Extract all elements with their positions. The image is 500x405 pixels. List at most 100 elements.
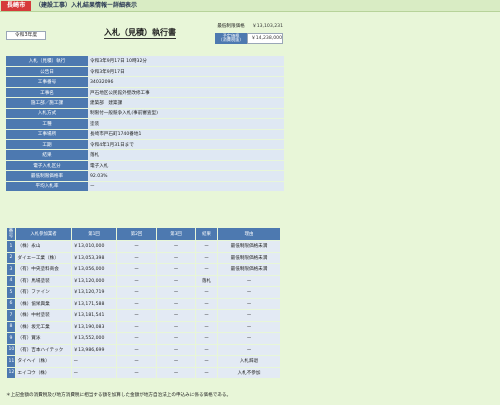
bid-round1: ￥13,120,719 (71, 286, 117, 299)
bid-round2: ー (116, 286, 157, 299)
info-row: 入札方式 制限付一般競争入札(事前審査型) (6, 108, 284, 120)
bid-round1: ￥13,010,000 (71, 240, 117, 253)
bid-round1: ￥13,053,398 (71, 251, 117, 264)
bid-result: ー (195, 286, 218, 299)
info-value: 令和3年9月17日 10時32分 (88, 56, 284, 67)
info-value: 34032096 (88, 76, 284, 88)
bid-round3: ー (156, 240, 196, 253)
bidder-name: （株）永山 (15, 240, 72, 253)
bid-round2: ー (116, 332, 157, 345)
bid-round1: ￥13,190,083 (71, 320, 117, 333)
info-row: 工事番号 34032096 (6, 76, 284, 88)
bid-no: 4 (6, 274, 16, 287)
top-bar: 長崎市 （建設工事）入札結果情報ー詳細表示 (0, 0, 500, 12)
bid-reason: ー (217, 309, 281, 322)
min-limit-row: 最低制限価格 ￥13,103,231 (215, 22, 283, 32)
document-title: 入札（見積）執行書 (104, 28, 176, 39)
info-value: 制限付一般競争入札(事前審査型) (88, 108, 284, 120)
bid-results-table: 番号 入札参加業者 第1回 第2回 第3回 結果 理由 1 （株）永山 ￥13,01… (6, 227, 281, 379)
bidder-name: エイコウ（株） (15, 366, 72, 379)
info-label: 平均入札率 (6, 181, 88, 193)
col-header-round1: 第1回 (71, 227, 117, 241)
bid-reason: 最低制限価格未満 (217, 263, 281, 276)
bid-round3: ー (156, 366, 196, 379)
bid-row: 8 （株）坂元工業 ￥13,190,083 ーーーー (6, 320, 281, 333)
bid-result: ー (195, 366, 218, 379)
bid-result: ー (195, 297, 218, 310)
bid-row: 10 （有）吉本ハイテック ￥13,986,699 ーーーー (6, 343, 281, 356)
min-limit-value: ￥13,103,231 (252, 24, 283, 29)
bid-round1: ー (71, 366, 117, 379)
estimated-price-row: 予定価格 （消費税抜） ￥14,238,000 (215, 33, 283, 44)
bid-round1: ￥13,056,000 (71, 263, 117, 276)
col-header-result: 結果 (195, 227, 218, 241)
info-label: 工事番号 (6, 76, 88, 88)
bid-round2: ー (116, 274, 157, 287)
bid-reason: 入札辞退 (217, 355, 281, 368)
bid-result: ー (195, 343, 218, 356)
info-value: 電子入札 (88, 160, 284, 172)
bid-no: 7 (6, 309, 16, 322)
bid-round3: ー (156, 274, 196, 287)
bidder-name: ダイエー工業（株） (15, 251, 72, 264)
info-row: 入札（見積）執行 令和3年9月17日 10時32分 (6, 56, 284, 67)
bid-row: 6 （株）協栄興業 ￥13,171,588 ーーーー (6, 297, 281, 310)
bid-header-row: 番号 入札参加業者 第1回 第2回 第3回 結果 理由 (6, 227, 281, 241)
bid-row: 5 （有）ファイン ￥13,120,719 ーーーー (6, 286, 281, 299)
project-info-table: 入札（見積）執行 令和3年9月17日 10時32分 公告日 令和3年9月17日 工事番号… (6, 56, 284, 193)
info-row: 平均入札率ー (6, 181, 284, 193)
col-header-reason: 理由 (217, 227, 281, 241)
bid-round2: ー (116, 355, 157, 368)
bid-round2: ー (116, 309, 157, 322)
bid-row: 12 エイコウ（株）ーーーー入札不参加 (6, 366, 281, 379)
bid-result: ー (195, 263, 218, 276)
bidder-name: タイヘイ（株） (15, 355, 72, 368)
min-limit-label: 最低制限価格 (215, 22, 247, 32)
info-value: 建築部 建築課 (88, 97, 284, 109)
bid-result: ー (195, 320, 218, 333)
bid-round1: ￥13,120,000 (71, 274, 117, 287)
bid-round1: ￥13,986,699 (71, 343, 117, 356)
bid-no: 12 (6, 366, 16, 379)
bid-round3: ー (156, 251, 196, 264)
info-label: 公告日 (6, 66, 88, 78)
bid-no: 8 (6, 320, 16, 333)
bid-round3: ー (156, 343, 196, 356)
bid-round1: ー (71, 355, 117, 368)
bid-no: 10 (6, 343, 16, 356)
info-label: 施工部／施工課 (6, 97, 88, 109)
city-badge: 長崎市 (1, 1, 31, 11)
bid-round2: ー (116, 366, 157, 379)
info-row: 工種 塗装 (6, 118, 284, 130)
info-label: 工期 (6, 139, 88, 151)
footnote: ＊上記金額の消費税及び地方消費税に相当する額を加算した金額が地方自治法上の申込み… (6, 393, 232, 398)
bid-reason: ー (217, 274, 281, 287)
bid-round2: ー (116, 320, 157, 333)
bid-reason: ー (217, 332, 281, 345)
info-value: 落札 (88, 149, 284, 161)
info-label: 最低制限価格率 (6, 170, 88, 182)
bid-round2: ー (116, 297, 157, 310)
bid-round2: ー (116, 240, 157, 253)
bid-round1: ￥13,171,588 (71, 297, 117, 310)
bid-round3: ー (156, 332, 196, 345)
bid-reason: ー (217, 320, 281, 333)
fiscal-year-badge: 令和3年度 (6, 31, 46, 40)
info-value: ー (88, 181, 284, 193)
bidder-name: （有）吉本ハイテック (15, 343, 72, 356)
price-summary: 最低制限価格 ￥13,103,231 予定価格 （消費税抜） ￥14,238,0… (215, 22, 283, 44)
info-row: 工事名 戸石地区公民館外壁改修工事 (6, 87, 284, 99)
info-label: 工種 (6, 118, 88, 130)
bid-round3: ー (156, 286, 196, 299)
bid-no: 6 (6, 297, 16, 310)
bid-round3: ー (156, 309, 196, 322)
info-label: 入札方式 (6, 108, 88, 120)
bid-round2: ー (116, 343, 157, 356)
bid-no: 3 (6, 263, 16, 276)
bid-row: 7 （株）中村塗装 ￥13,181,541 ーーーー (6, 309, 281, 322)
info-row: 結果 落札 (6, 149, 284, 161)
bid-result: ー (195, 240, 218, 253)
bid-no: 9 (6, 332, 16, 345)
bid-result: ー (195, 355, 218, 368)
bid-row: 9 （有）賞泳 ￥13,552,000 ーーーー (6, 332, 281, 345)
